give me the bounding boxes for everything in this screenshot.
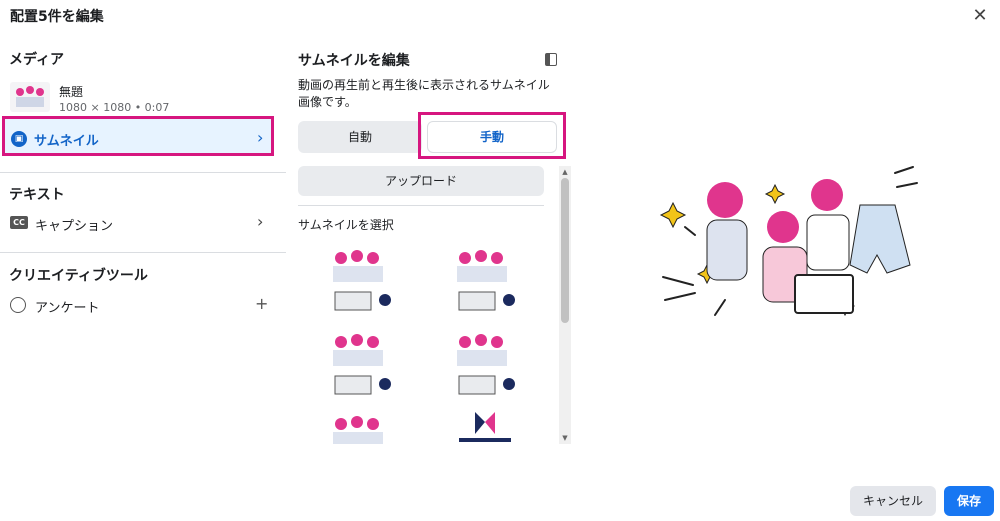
upload-button[interactable]: アップロード	[298, 166, 544, 196]
divider	[0, 252, 286, 253]
thumbnail-option-logo[interactable]	[437, 408, 533, 444]
media-thumbnail	[10, 82, 50, 112]
thumbnail-option[interactable]	[437, 242, 533, 322]
thumbnail-option[interactable]	[437, 326, 533, 406]
chevron-right-icon: ›	[257, 128, 264, 147]
sidebar-item-caption-label[interactable]: キャプション	[35, 215, 113, 234]
edit-thumbnail-heading: サムネイルを編集	[298, 53, 410, 69]
cancel-button[interactable]: キャンセル	[850, 486, 936, 516]
caption-icon: CC	[10, 216, 28, 229]
poll-icon	[10, 297, 26, 313]
thumbnail-option[interactable]	[313, 242, 409, 322]
save-button[interactable]: 保存	[944, 486, 994, 516]
close-icon[interactable]: ✕	[970, 6, 990, 26]
creative-tools-heading: クリエイティブツール	[9, 268, 148, 284]
panel-toggle-icon[interactable]	[545, 53, 557, 66]
image-icon: ▣	[11, 131, 27, 147]
segment-auto[interactable]: 自動	[298, 121, 422, 153]
thumbnail-preview	[655, 165, 925, 335]
sidebar-item-thumbnail-label: サムネイル	[34, 134, 99, 149]
thumbnail-option[interactable]	[313, 326, 409, 406]
select-thumbnail-heading: サムネイルを選択	[298, 218, 394, 232]
media-meta: 1080 × 1080 • 0:07	[59, 101, 170, 114]
plus-icon[interactable]: +	[255, 294, 268, 313]
divider	[298, 205, 544, 206]
text-heading: テキスト	[9, 187, 65, 203]
sidebar-item-poll-label[interactable]: アンケート	[35, 297, 99, 316]
segment-manual[interactable]: 手動	[427, 121, 557, 153]
scroll-up-icon[interactable]: ▲	[561, 168, 569, 176]
divider	[0, 172, 286, 173]
chevron-right-icon[interactable]: ›	[257, 212, 263, 231]
scrollbar-thumb[interactable]	[561, 178, 569, 323]
dialog-title: 配置5件を編集	[10, 9, 104, 25]
media-heading: メディア	[9, 52, 65, 68]
thumbnail-description: 動画の再生前と再生後に表示されるサムネイル画像です。	[298, 78, 550, 109]
scroll-down-icon[interactable]: ▼	[561, 434, 569, 442]
media-name: 無題	[59, 85, 84, 99]
thumbnail-option[interactable]	[313, 408, 409, 444]
